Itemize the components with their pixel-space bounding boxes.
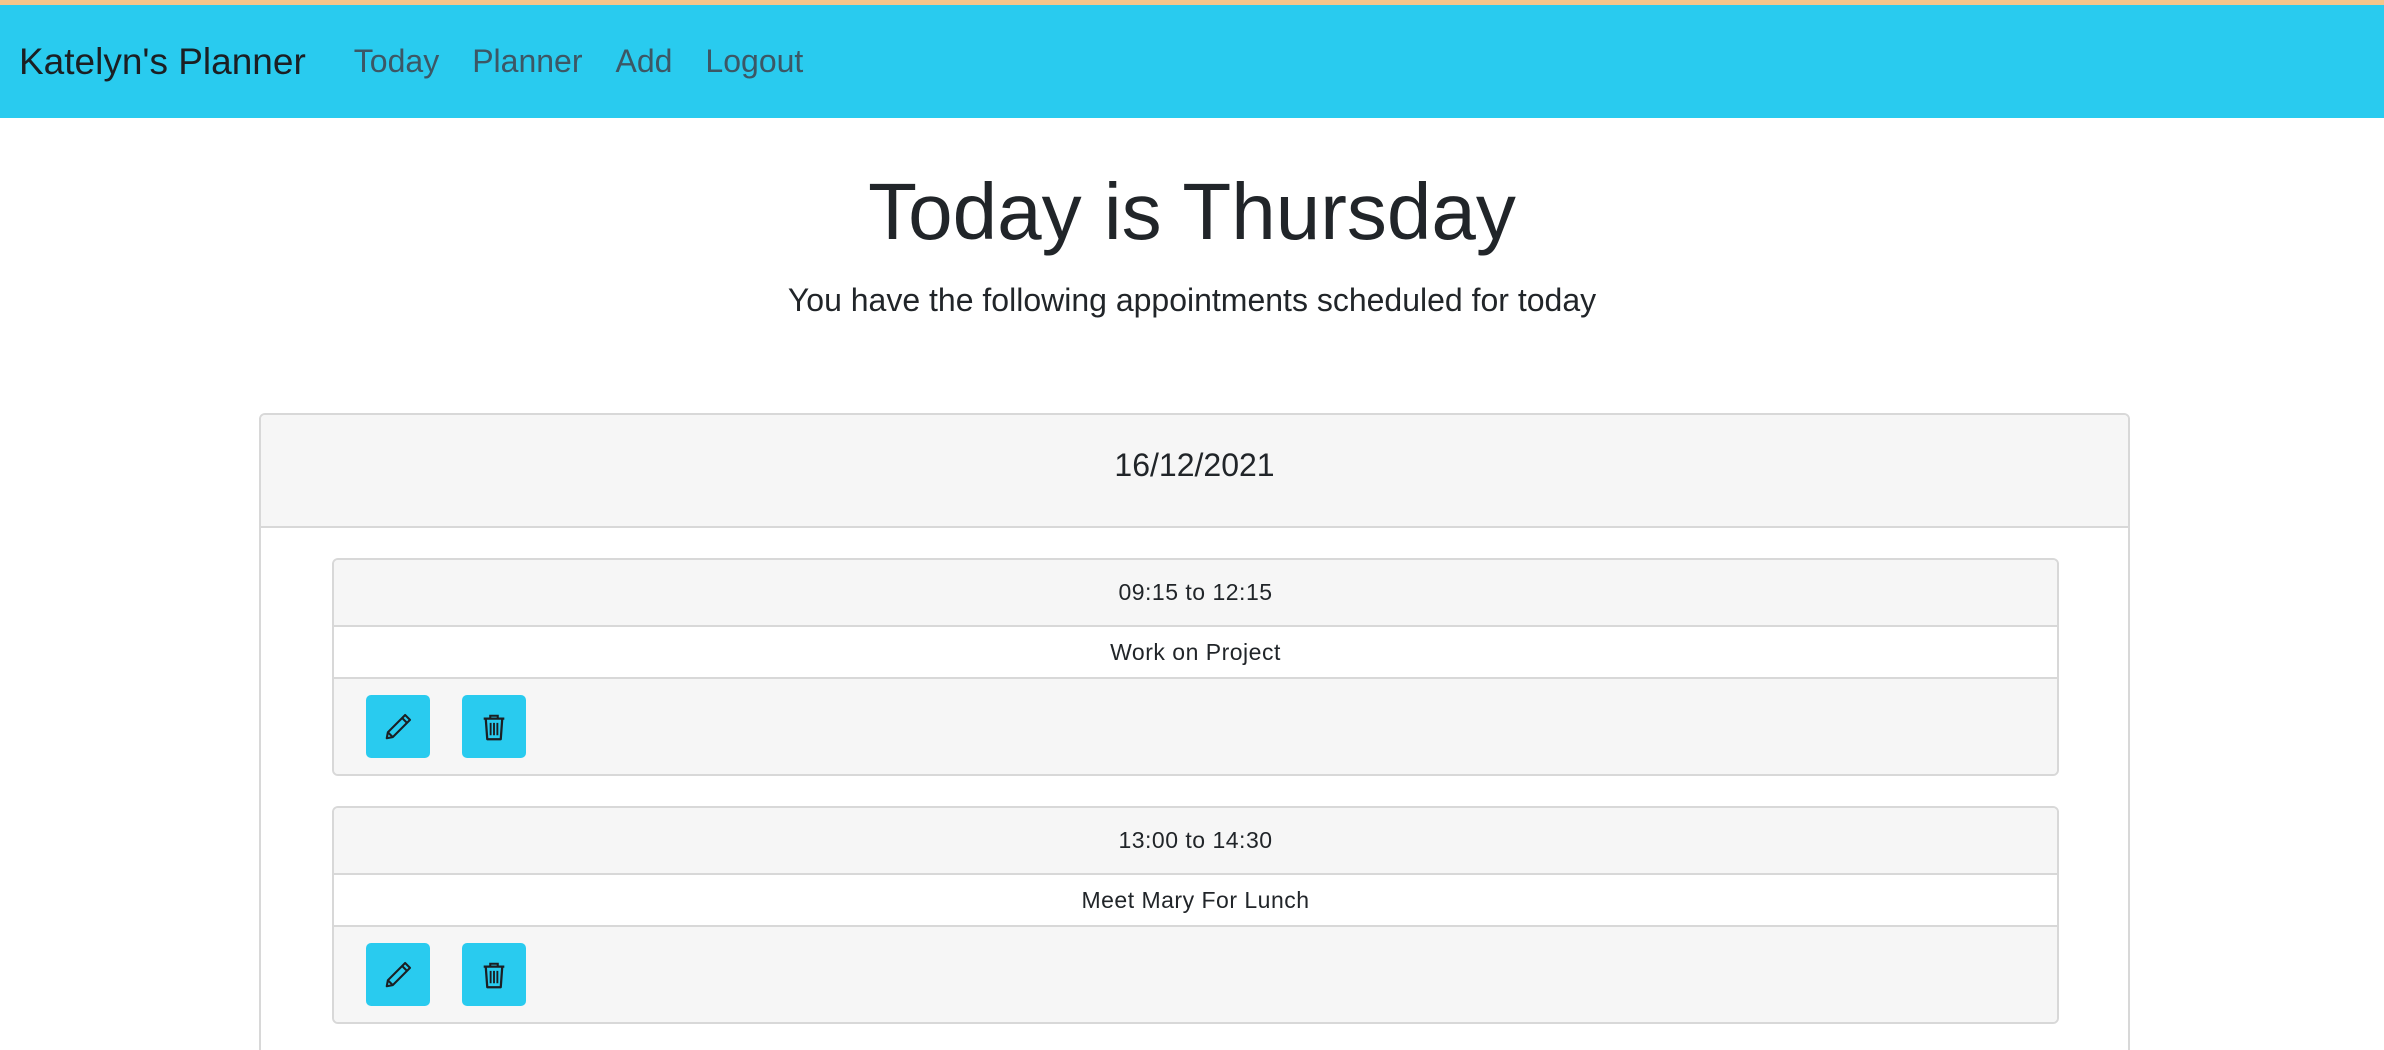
appointment-actions bbox=[334, 679, 2057, 774]
nav-link-planner[interactable]: Planner bbox=[472, 43, 582, 80]
trash-icon bbox=[483, 714, 505, 740]
appointment-description: Meet Mary For Lunch bbox=[334, 875, 2057, 927]
page-subtitle: You have the following appointments sche… bbox=[787, 282, 1597, 318]
appointment-time: 09:15 to 12:15 bbox=[334, 560, 2057, 627]
nav-links: Today Planner Add Logout bbox=[354, 43, 837, 80]
appointment-description: Work on Project bbox=[334, 627, 2057, 679]
appointment-card: 09:15 to 12:15 Work on Project bbox=[332, 558, 2059, 776]
appointment-actions bbox=[334, 927, 2057, 1022]
edit-appointment-button[interactable] bbox=[366, 943, 430, 1006]
appointment-time: 13:00 to 14:30 bbox=[334, 808, 2057, 875]
day-card: 16/12/2021 09:15 to 12:15 Work on Projec… bbox=[259, 413, 2130, 1050]
edit-appointment-button[interactable] bbox=[366, 695, 430, 758]
navbar: Katelyn's Planner Today Planner Add Logo… bbox=[0, 5, 2384, 118]
main-content: Today is Thursday You have the following… bbox=[0, 167, 2384, 1050]
trash-icon bbox=[483, 962, 505, 988]
pencil-icon bbox=[385, 713, 412, 739]
nav-link-logout[interactable]: Logout bbox=[705, 43, 803, 80]
page-title: Today is Thursday bbox=[868, 167, 1516, 256]
nav-link-today[interactable]: Today bbox=[354, 43, 439, 80]
day-date-header: 16/12/2021 bbox=[261, 415, 2128, 528]
nav-link-add[interactable]: Add bbox=[615, 43, 672, 80]
pencil-icon bbox=[385, 961, 412, 987]
delete-appointment-button[interactable] bbox=[462, 943, 526, 1006]
brand-link[interactable]: Katelyn's Planner bbox=[19, 41, 306, 83]
appointment-card: 13:00 to 14:30 Meet Mary For Lunch bbox=[332, 806, 2059, 1024]
delete-appointment-button[interactable] bbox=[462, 695, 526, 758]
